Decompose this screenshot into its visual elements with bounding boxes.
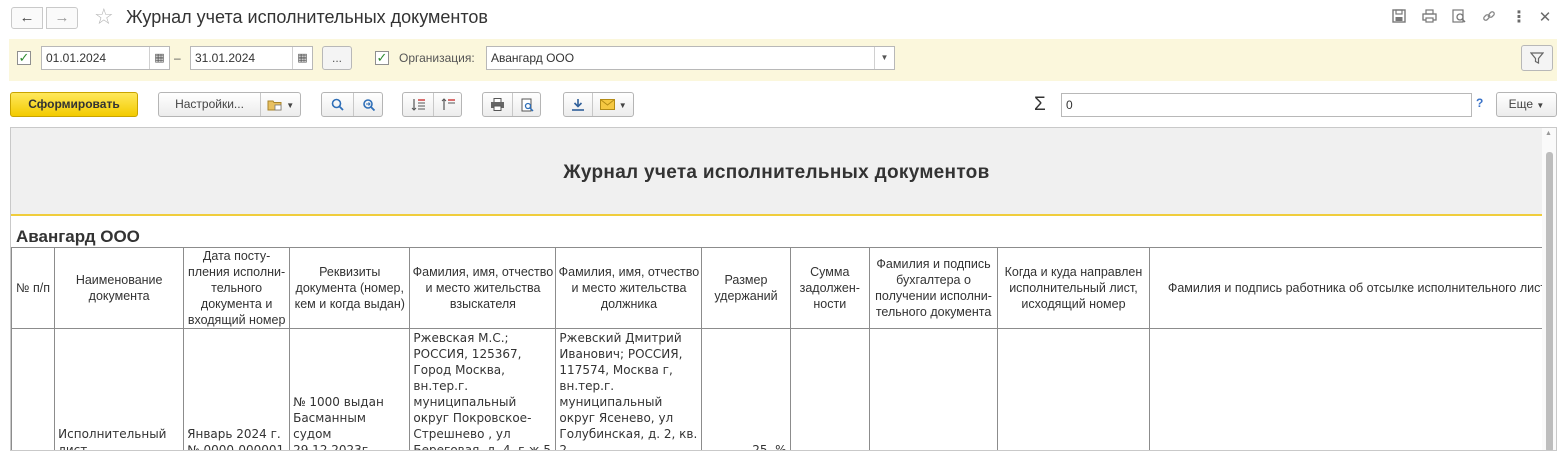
cell-employee[interactable]: [1148, 328, 1556, 450]
printer-icon: [491, 98, 504, 112]
column-header: № п/п: [11, 247, 56, 329]
title-bar: ← → ☆ Журнал учета исполнительных докуме…: [0, 0, 1559, 36]
cell-details[interactable]: № 1000 выдан Басманным судом 29.12.2023г…: [289, 328, 411, 450]
collapse-groups-button[interactable]: [433, 93, 462, 116]
date-to-value: 31.01.2024: [195, 51, 256, 65]
report-title: Журнал учета исполнительных документов: [563, 162, 990, 183]
preview-icon[interactable]: [1449, 8, 1469, 28]
column-header: Когда и куда направлен исполнительный ли…: [997, 247, 1150, 329]
search-next-icon: [362, 99, 375, 112]
column-header: Размер удержаний: [701, 247, 791, 329]
column-header: Сумма задолжен-ности: [789, 247, 871, 329]
search-icon: [331, 99, 344, 111]
cell-deduction[interactable]: 25 %: [701, 328, 791, 450]
export-group: ▼: [563, 92, 634, 117]
date-separator: –: [174, 51, 181, 65]
cell-debtor[interactable]: Ржевский Дмитрий Иванович; РОССИЯ, 11757…: [555, 328, 703, 450]
funnel-icon: [1529, 52, 1545, 64]
favorite-star-icon[interactable]: ☆: [94, 5, 114, 29]
column-header: Реквизиты документа (номер, кем и когда …: [289, 247, 411, 329]
organization-field[interactable]: Авангард ООО ▼: [486, 46, 895, 70]
date-from-field[interactable]: 01.01.2024 ▦: [41, 46, 170, 70]
cell-sent[interactable]: [997, 328, 1150, 450]
date-to-field[interactable]: 31.01.2024 ▦: [190, 46, 313, 70]
report-header: Журнал учета исполнительных документов: [11, 128, 1542, 216]
cell-debt[interactable]: [789, 328, 871, 450]
grouping-group: [402, 92, 462, 117]
scroll-up-icon[interactable]: ▲: [1545, 130, 1552, 137]
download-icon: [572, 99, 584, 112]
window-title: Журнал учета исполнительных документов: [126, 7, 488, 27]
report-organization: Авангард ООО: [16, 227, 140, 246]
print-preview-icon: [521, 98, 534, 112]
arrow-left-icon: ←: [19, 9, 35, 26]
search-group: [321, 92, 383, 117]
arrow-right-icon: →: [54, 9, 70, 26]
save-icon[interactable]: [1389, 8, 1409, 28]
settings-group: Настройки... ▼: [158, 92, 301, 117]
calendar-icon[interactable]: ▦: [292, 47, 312, 69]
cell-number[interactable]: [11, 328, 56, 450]
chevron-down-icon: ▼: [286, 101, 295, 110]
expand-groups-icon: [411, 99, 425, 112]
cell-receipt[interactable]: Январь 2024 г. № 0000-000001: [183, 328, 291, 450]
back-button[interactable]: ←: [11, 7, 43, 29]
filter-button[interactable]: [1521, 45, 1553, 71]
table-header-row: № п/п Наименование документа Дата посту-…: [11, 247, 1556, 329]
more-vertical-icon[interactable]: ⋮: [1509, 8, 1529, 28]
more-button[interactable]: Еще ▼: [1496, 92, 1557, 117]
search-next-button[interactable]: [353, 93, 383, 116]
search-button[interactable]: [322, 93, 353, 116]
period-checkbox[interactable]: ✓: [17, 51, 31, 65]
calendar-icon[interactable]: ▦: [149, 47, 169, 69]
folder-icon: [267, 100, 282, 111]
column-header: Фамилия, имя, отчество и место жительств…: [555, 247, 703, 329]
cell-document-name[interactable]: Исполнительный лист: [54, 328, 185, 450]
sum-icon: Σ: [1034, 94, 1046, 115]
filter-panel: ✓ 01.01.2024 ▦ – 31.01.2024 ▦ ... ✓ Орга…: [9, 39, 1557, 81]
envelope-icon: [600, 99, 616, 111]
report-table: № п/п Наименование документа Дата посту-…: [11, 247, 1556, 450]
help-icon[interactable]: ?: [1476, 96, 1483, 110]
expand-groups-button[interactable]: [403, 93, 433, 116]
print-group: [482, 92, 541, 117]
date-from-value: 01.01.2024: [46, 51, 107, 65]
organization-checkbox[interactable]: ✓: [375, 51, 389, 65]
print-icon[interactable]: [1419, 8, 1439, 28]
variants-button[interactable]: ▼: [260, 93, 300, 116]
chevron-down-icon: ▼: [618, 101, 627, 110]
report-area[interactable]: Журнал учета исполнительных документов А…: [10, 127, 1557, 451]
settings-button[interactable]: Настройки...: [159, 93, 260, 116]
period-select-button[interactable]: ...: [322, 46, 352, 70]
column-header: Фамилия, имя, отчество и место жительств…: [409, 247, 557, 329]
send-email-button[interactable]: ▼: [592, 93, 634, 116]
save-file-button[interactable]: [564, 93, 592, 116]
link-icon[interactable]: [1479, 8, 1499, 28]
generate-button[interactable]: Сформировать: [10, 92, 138, 117]
print-button[interactable]: [483, 93, 512, 116]
vertical-scrollbar[interactable]: ▲: [1542, 128, 1556, 450]
print-preview-button[interactable]: [512, 93, 541, 116]
sum-field[interactable]: 0: [1061, 93, 1472, 117]
cell-accountant[interactable]: [869, 328, 999, 450]
organization-value: Авангард ООО: [491, 51, 575, 65]
more-button-label: Еще: [1508, 97, 1534, 111]
table-row[interactable]: Исполнительный лист Январь 2024 г. № 000…: [11, 328, 1556, 450]
dropdown-arrow-icon[interactable]: ▼: [874, 47, 894, 69]
collapse-groups-icon: [441, 98, 455, 111]
column-header: Фамилия и подпись бухгалтера о получении…: [869, 247, 999, 329]
column-header: Фамилия и подпись работника об отсылке и…: [1148, 247, 1556, 329]
column-header: Наименование документа: [54, 247, 185, 329]
organization-label: Организация:: [399, 51, 475, 65]
forward-button[interactable]: →: [46, 7, 78, 29]
close-icon[interactable]: ✕: [1535, 8, 1555, 28]
column-header: Дата посту-пления исполни-тельного докум…: [183, 247, 291, 329]
scroll-thumb[interactable]: [1546, 152, 1553, 450]
cell-claimant[interactable]: Ржевская М.С.; РОССИЯ, 125367, Город Мос…: [409, 328, 557, 450]
chevron-down-icon: ▼: [1536, 101, 1545, 110]
